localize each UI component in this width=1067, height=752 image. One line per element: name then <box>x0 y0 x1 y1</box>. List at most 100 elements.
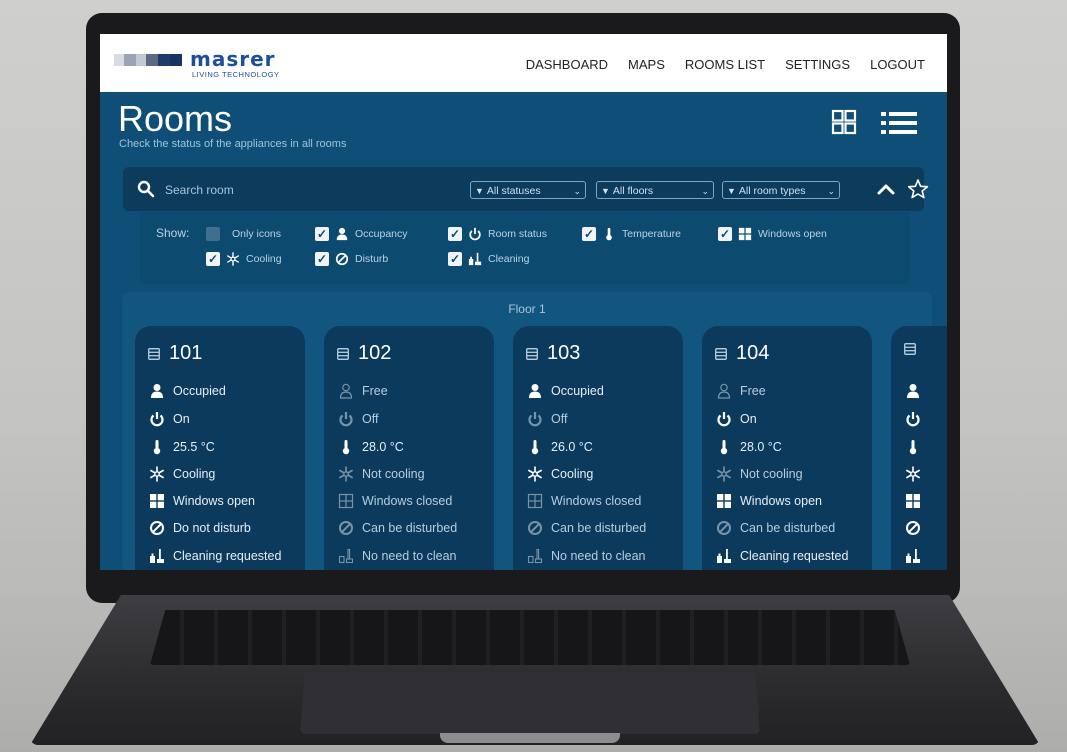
floor-filter-select[interactable]: ▼ All floors ⌄ <box>596 181 714 199</box>
checkbox-checked[interactable]: ✓ <box>315 227 329 241</box>
brand-name: masrer <box>190 47 276 71</box>
thermometer-icon <box>342 440 350 455</box>
room-type-filter-select[interactable]: ▼ All room types ⌄ <box>722 181 840 199</box>
cleaning-icon <box>717 549 731 563</box>
power-icon <box>528 412 542 427</box>
option-label: Windows open <box>758 228 827 240</box>
checkbox-checked[interactable]: ✓ <box>582 227 596 241</box>
nav-maps[interactable]: MAPS <box>628 57 665 72</box>
temperature-value: 25.5 °C <box>173 440 215 454</box>
status-filter-select[interactable]: ▼ All statuses ⌄ <box>470 181 586 199</box>
floor-filter-value: All floors <box>612 185 654 197</box>
person-icon <box>151 384 163 398</box>
cleaning-row: Cleaning requested <box>149 547 281 565</box>
nav-logout[interactable]: LOGOUT <box>870 57 925 72</box>
status-row <box>905 382 921 400</box>
checkbox-checked[interactable]: ✓ <box>448 227 462 241</box>
laptop-notch <box>440 733 620 743</box>
snowflake-icon <box>528 466 542 482</box>
window-icon <box>527 493 543 509</box>
nav-rooms-list[interactable]: ROOMS LIST <box>685 57 765 72</box>
cooling-value: Cooling <box>551 467 594 481</box>
favorite-star-icon[interactable] <box>907 178 929 200</box>
temperature-row: 25.5 °C <box>149 438 215 456</box>
windows-row: Windows closed <box>338 492 452 510</box>
checkbox-checked[interactable]: ✓ <box>315 252 329 266</box>
temperature-value: 28.0 °C <box>362 440 404 454</box>
status-row <box>905 410 921 428</box>
do-not-disturb-icon <box>150 521 164 535</box>
search-bar: ▼All statuses⌄ ▼All floors⌄ ▼All room ty… <box>123 167 929 211</box>
cleaning-icon <box>338 548 354 564</box>
snowflake-icon <box>339 466 353 482</box>
option-temperature[interactable]: ✓ Temperature <box>582 225 681 243</box>
windows-value: Windows open <box>173 494 255 508</box>
person-icon <box>336 227 348 241</box>
status-row <box>905 492 921 510</box>
window-icon <box>717 494 731 508</box>
temperature-row: 26.0 °C <box>527 438 593 456</box>
checkbox-checked[interactable]: ✓ <box>206 252 220 266</box>
option-windows-open[interactable]: ✓ Windows open <box>718 225 827 243</box>
search-icon <box>137 180 155 198</box>
room-card[interactable]: 101 Occupied On 25.5 °C Cooling Windows open D… <box>135 326 305 570</box>
disturb-row: Do not disturb <box>149 519 251 537</box>
room-icon <box>904 343 916 355</box>
status-value: Off <box>551 412 568 426</box>
nav-settings[interactable]: SETTINGS <box>785 57 850 72</box>
disturb-value: Can be disturbed <box>740 521 836 535</box>
cleaning-value: Cleaning requested <box>173 549 282 563</box>
keyboard <box>150 610 910 665</box>
grid-view-icon[interactable] <box>831 109 857 135</box>
option-room-status[interactable]: ✓ Room status <box>448 225 547 243</box>
option-cleaning[interactable]: ✓ Cleaning <box>448 250 529 268</box>
windows-value: Windows open <box>740 494 822 508</box>
main-nav: DASHBOARD MAPS ROOMS LIST SETTINGS LOGOU… <box>526 57 925 72</box>
logo-mark <box>114 54 182 66</box>
nav-dashboard[interactable]: DASHBOARD <box>526 57 608 72</box>
search-input[interactable] <box>163 179 447 201</box>
status-value: On <box>173 412 190 426</box>
option-only-icons[interactable]: Only icons <box>206 225 281 243</box>
floor-label: Floor 1 <box>508 302 546 316</box>
person-icon <box>907 384 919 398</box>
option-label: Occupancy <box>355 228 408 240</box>
room-title: 104 <box>714 342 769 365</box>
occupancy-value: Occupied <box>173 384 226 398</box>
collapse-caret-icon[interactable] <box>875 178 897 200</box>
chevron-down-icon: ⌄ <box>573 186 581 196</box>
chevron-down-icon: ⌄ <box>827 186 835 196</box>
cleaning-value: Cleaning requested <box>740 549 849 563</box>
room-title: 102 <box>336 342 391 365</box>
brand-logo[interactable]: masrer LIVING TECHNOLOGY <box>114 47 304 81</box>
page-title: Rooms <box>118 98 233 139</box>
cleaning-icon <box>527 548 543 564</box>
list-view-icon[interactable] <box>881 110 917 136</box>
checkbox[interactable] <box>206 227 220 241</box>
checkbox-checked[interactable]: ✓ <box>448 252 462 266</box>
temperature-value: 28.0 °C <box>740 440 782 454</box>
thermometer-icon <box>909 440 917 455</box>
chevron-down-icon: ⌄ <box>701 186 709 196</box>
option-occupancy[interactable]: ✓ Occupancy <box>315 225 408 243</box>
room-icon <box>526 347 538 360</box>
room-card[interactable]: 103 Occupied Off 26.0 °C Cooling Windows clos… <box>513 326 683 570</box>
window-icon <box>738 227 752 241</box>
option-disturb[interactable]: ✓ Disturb <box>315 250 388 268</box>
thermometer-icon <box>531 440 539 455</box>
occupancy-row: Occupied <box>527 382 604 400</box>
disturb-value: Do not disturb <box>173 521 251 535</box>
option-label: Disturb <box>355 253 389 265</box>
temperature-value: 26.0 °C <box>551 440 593 454</box>
room-icon <box>148 347 160 360</box>
trackpad <box>300 672 760 734</box>
status-row: On <box>716 410 757 428</box>
checkbox-checked[interactable]: ✓ <box>718 227 732 241</box>
option-cooling[interactable]: ✓ Cooling <box>206 250 282 268</box>
do-not-disturb-icon <box>717 521 731 535</box>
room-card[interactable] <box>891 326 947 570</box>
room-card[interactable]: 104 Free On 28.0 °C Not cooling Windows open C… <box>702 326 872 570</box>
page-subtitle: Check the status of the appliances in al… <box>119 138 347 150</box>
room-card[interactable]: 102 Free Off 28.0 °C Not cooling Windows clos… <box>324 326 494 570</box>
room-number: 101 <box>169 342 203 364</box>
